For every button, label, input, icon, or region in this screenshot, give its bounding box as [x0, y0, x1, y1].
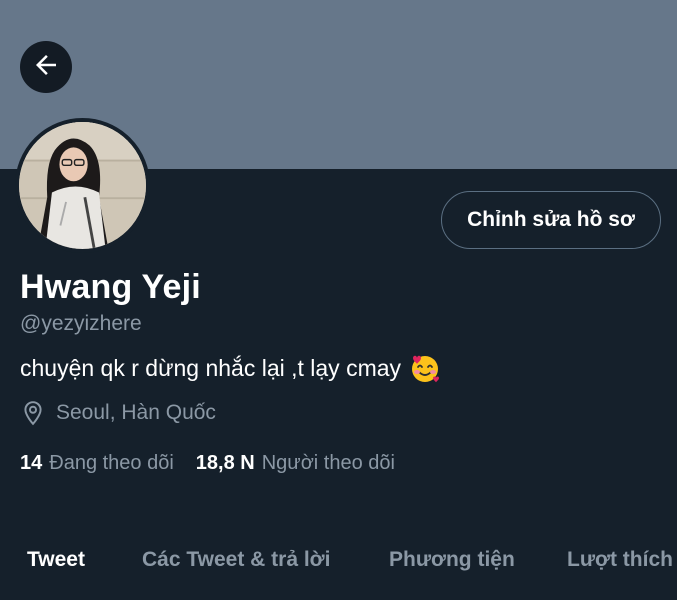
bio-text: chuyện qk r dừng nhắc lại ,t lạy cmay: [20, 354, 402, 381]
user-handle: @yezyizhere: [20, 312, 142, 335]
follow-stats: 14 Đang theo dõi 18,8 N Người theo dõi: [20, 452, 417, 475]
location: Seoul, Hàn Quốc: [20, 400, 216, 426]
profile-page: Chỉnh sửa hồ sơ Hwang Yeji @yezyizhere c…: [0, 0, 677, 600]
profile-tabs: Tweet Các Tweet & trả lời Phương tiện Lư…: [0, 548, 677, 588]
smiling-face-with-hearts-icon: [409, 352, 441, 384]
tab-tweets[interactable]: Tweet: [27, 548, 85, 572]
tab-likes[interactable]: Lượt thích: [567, 548, 673, 572]
edit-profile-button[interactable]: Chỉnh sửa hồ sơ: [441, 191, 661, 249]
tab-media[interactable]: Phương tiện: [389, 548, 515, 572]
back-button[interactable]: [20, 41, 72, 93]
following-label: Đang theo dõi: [49, 452, 174, 474]
location-pin-icon: [20, 400, 46, 426]
followers-count: 18,8 N: [195, 452, 255, 474]
location-text: Seoul, Hàn Quốc: [56, 401, 216, 424]
arrow-left-icon: [31, 50, 61, 85]
avatar[interactable]: [15, 118, 150, 253]
tab-tweets-and-replies[interactable]: Các Tweet & trả lời: [142, 548, 330, 572]
followers-link[interactable]: 18,8 N Người theo dõi: [196, 452, 395, 475]
followers-label: Người theo dõi: [261, 452, 395, 474]
avatar-photo: [19, 122, 146, 249]
display-name: Hwang Yeji: [20, 268, 201, 306]
bio: chuyện qk r dừng nhắc lại ,t lạy cmay: [20, 352, 441, 384]
following-count: 14: [20, 452, 43, 474]
following-link[interactable]: 14 Đang theo dõi: [20, 452, 174, 475]
